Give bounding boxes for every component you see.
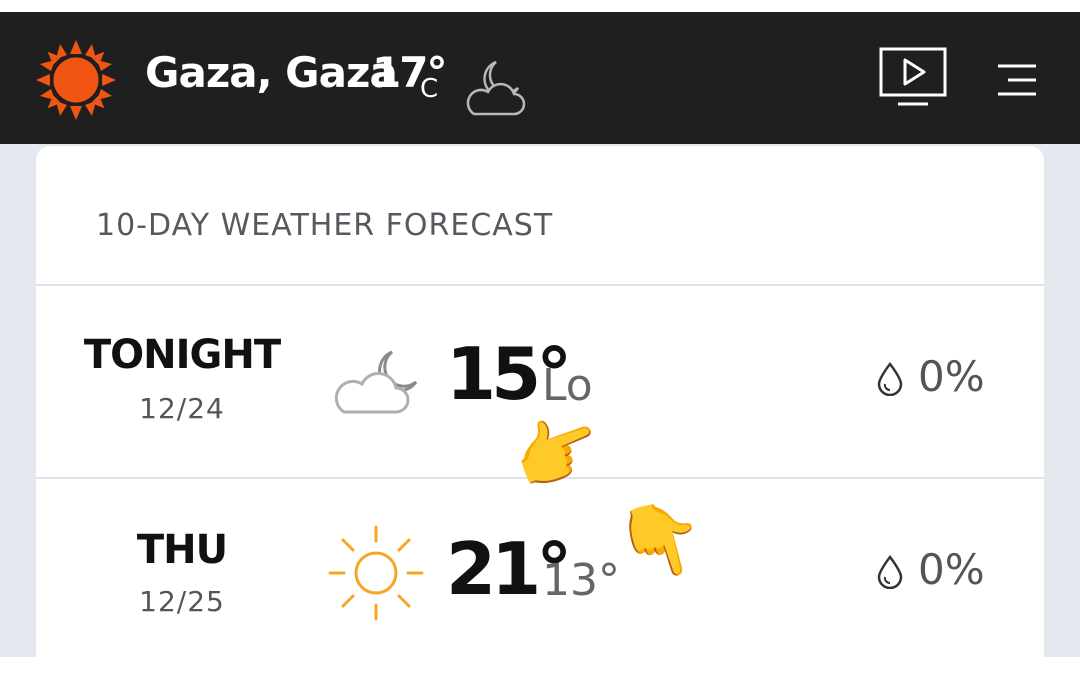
location-name[interactable]: Gaza, Gaza (145, 48, 398, 97)
partly-cloudy-night-icon (334, 350, 418, 414)
forecast-low-temp: 13° (542, 555, 620, 606)
forecast-date-label: 12/24 (139, 392, 225, 425)
play-video-icon[interactable] (878, 46, 948, 110)
forecast-title: 10-DAY WEATHER FORECAST (96, 208, 554, 243)
forecast-day-label: TONIGHT (83, 332, 281, 378)
forecast-day-label: THU (136, 527, 228, 573)
status-strip (0, 0, 1080, 12)
forecast-row-thu[interactable]: THU 12/25 21° 13° 0% (36, 479, 1044, 669)
sun-logo-icon[interactable] (34, 38, 118, 122)
forecast-date-label: 12/25 (139, 585, 225, 618)
hamburger-menu-icon[interactable] (996, 62, 1038, 98)
partly-cloudy-night-icon (466, 60, 526, 116)
app-header: Gaza, Gaza 17° C (0, 12, 1080, 144)
precip-chance: 0% (918, 352, 985, 401)
pointing-hand-emoji: 👇 (606, 487, 715, 593)
raindrop-icon (877, 362, 903, 396)
sunny-icon (328, 525, 424, 621)
precip-chance: 0% (918, 545, 985, 594)
raindrop-icon (877, 555, 903, 589)
temperature-unit: C (420, 74, 439, 104)
